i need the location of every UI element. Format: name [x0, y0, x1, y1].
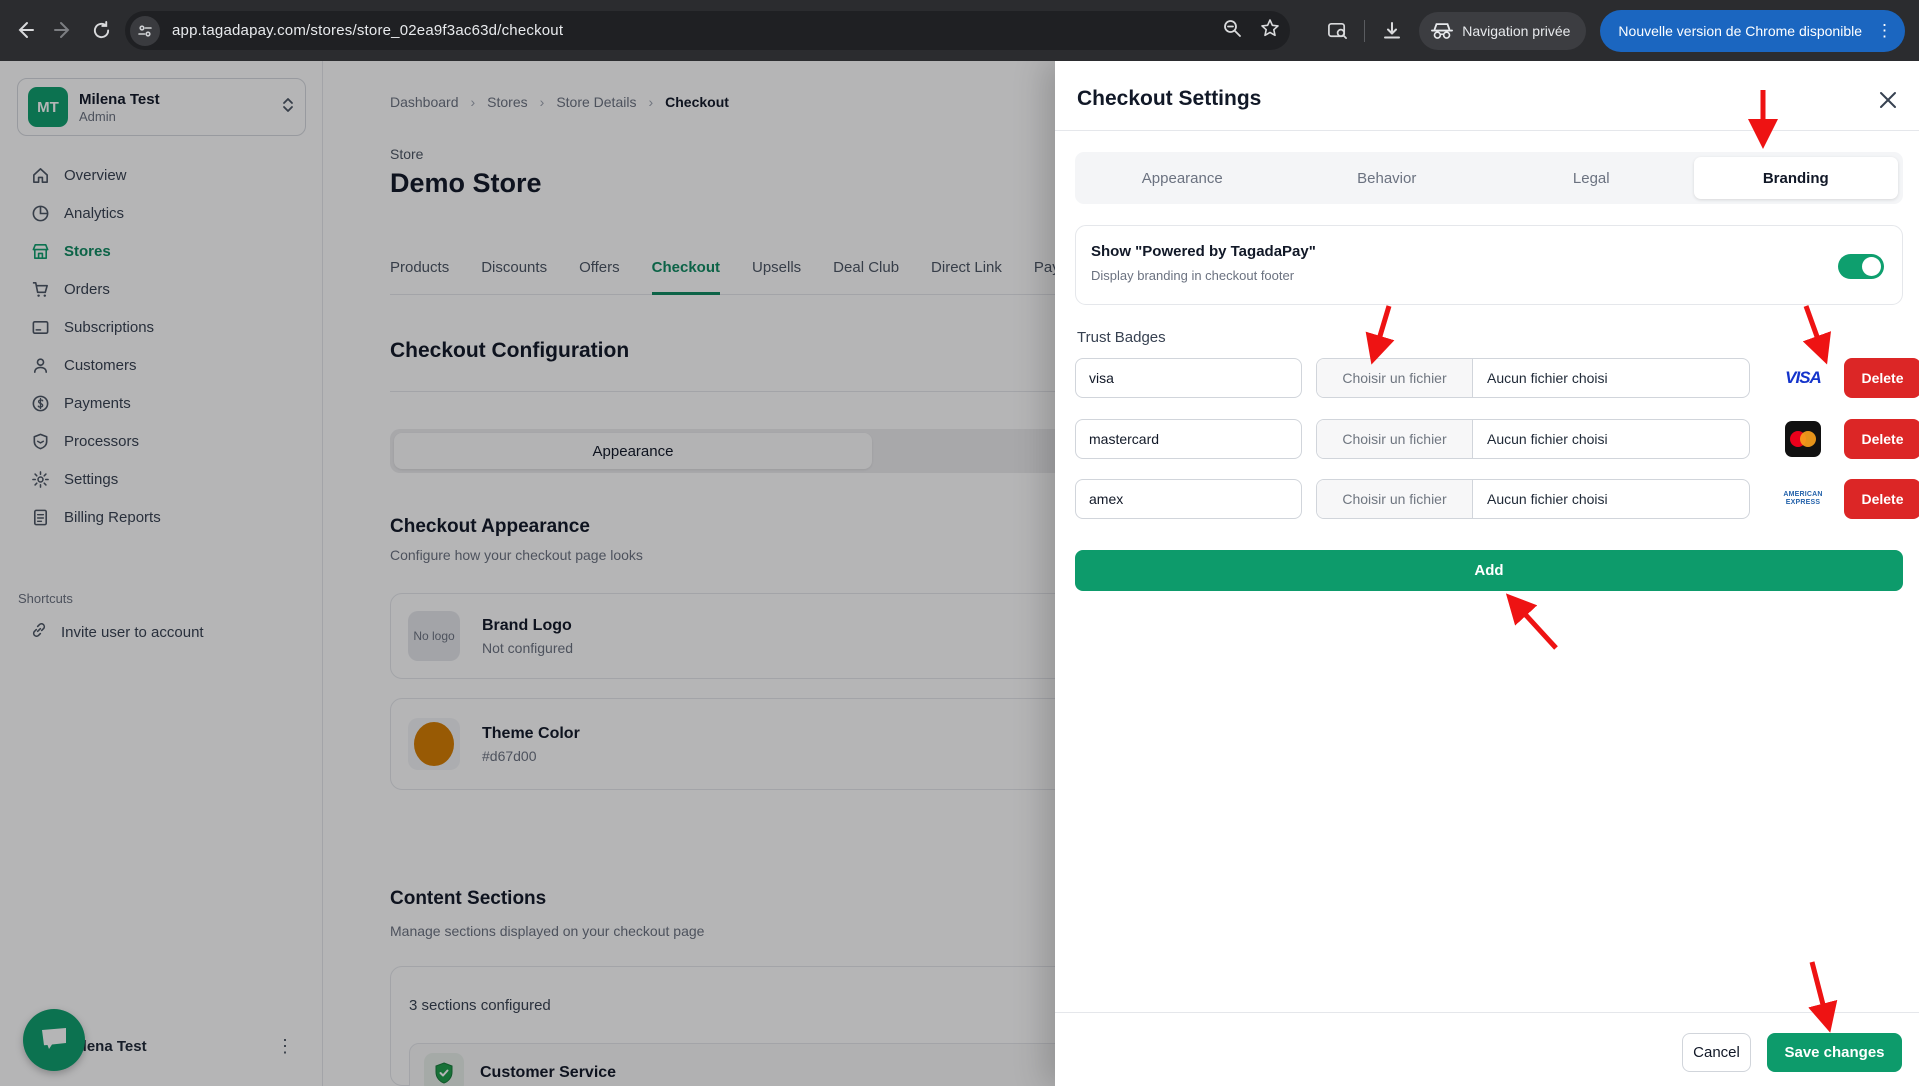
delete-badge-button[interactable]: Delete: [1844, 479, 1919, 519]
panel-tab-bar: Appearance Behavior Legal Branding: [1075, 152, 1903, 204]
incognito-badge[interactable]: Navigation privée: [1419, 11, 1587, 50]
powered-by-toggle[interactable]: [1838, 254, 1884, 279]
incognito-icon: [1431, 22, 1454, 39]
browser-forward-icon[interactable]: [50, 17, 76, 43]
browser-toolbar: app.tagadapay.com/stores/store_02ea9f3ac…: [0, 0, 1919, 61]
checkout-settings-panel: Checkout Settings Appearance Behavior Le…: [1055, 61, 1919, 1086]
toggle-knob: [1862, 257, 1881, 276]
trust-badges-label: Trust Badges: [1077, 329, 1166, 346]
search-tabs-icon[interactable]: [1324, 18, 1350, 44]
powered-by-subtitle: Display branding in checkout footer: [1091, 268, 1295, 283]
chrome-update-button[interactable]: Nouvelle version de Chrome disponible ⋮: [1600, 9, 1905, 52]
visa-logo: VISA: [1785, 368, 1822, 387]
powered-by-title: Show "Powered by TagadaPay": [1091, 243, 1316, 260]
trust-badge-row-amex: Choisir un fichier Aucun fichier choisi …: [1075, 479, 1919, 519]
browser-back-icon[interactable]: [12, 17, 38, 43]
mastercard-logo: [1781, 419, 1825, 459]
trust-badge-row-visa: Choisir un fichier Aucun fichier choisi …: [1075, 358, 1919, 398]
panel-tab-appearance[interactable]: Appearance: [1080, 157, 1285, 199]
delete-badge-button[interactable]: Delete: [1844, 358, 1919, 398]
toolbar-separator: [1364, 19, 1366, 42]
file-name-text: Aucun fichier choisi: [1487, 491, 1608, 507]
site-info-icon[interactable]: [130, 15, 160, 46]
file-choose-button[interactable]: Choisir un fichier: [1317, 480, 1473, 518]
downloads-icon[interactable]: [1379, 18, 1405, 44]
divider: [1055, 1012, 1919, 1013]
panel-tab-legal[interactable]: Legal: [1489, 157, 1694, 199]
panel-tab-branding[interactable]: Branding: [1693, 157, 1898, 199]
amex-logo: AMERICAN EXPRESS: [1783, 490, 1823, 506]
file-name-text: Aucun fichier choisi: [1487, 370, 1608, 386]
panel-tab-behavior[interactable]: Behavior: [1285, 157, 1490, 199]
badge-file-input[interactable]: Choisir un fichier Aucun fichier choisi: [1316, 358, 1750, 398]
panel-title: Checkout Settings: [1077, 87, 1262, 110]
screen: app.tagadapay.com/stores/store_02ea9f3ac…: [0, 0, 1919, 1086]
file-name-text: Aucun fichier choisi: [1487, 431, 1608, 447]
browser-menu-icon[interactable]: ⋮: [1872, 22, 1897, 39]
trust-badge-row-mastercard: Choisir un fichier Aucun fichier choisi …: [1075, 419, 1919, 459]
incognito-label: Navigation privée: [1462, 22, 1571, 39]
save-changes-button[interactable]: Save changes: [1767, 1033, 1902, 1072]
file-choose-button[interactable]: Choisir un fichier: [1317, 420, 1473, 458]
chrome-update-label: Nouvelle version de Chrome disponible: [1618, 22, 1862, 39]
add-badge-button[interactable]: Add: [1075, 550, 1903, 591]
badge-name-input[interactable]: [1075, 358, 1302, 398]
zoom-icon[interactable]: [1222, 18, 1242, 43]
badge-name-input[interactable]: [1075, 419, 1302, 459]
browser-reload-icon[interactable]: [88, 17, 114, 43]
badge-name-input[interactable]: [1075, 479, 1302, 519]
badge-file-input[interactable]: Choisir un fichier Aucun fichier choisi: [1316, 419, 1750, 459]
file-choose-button[interactable]: Choisir un fichier: [1317, 359, 1473, 397]
close-icon[interactable]: [1875, 87, 1901, 113]
address-bar[interactable]: app.tagadapay.com/stores/store_02ea9f3ac…: [125, 11, 1290, 50]
url-text: app.tagadapay.com/stores/store_02ea9f3ac…: [172, 22, 564, 39]
powered-by-card: Show "Powered by TagadaPay" Display bran…: [1075, 225, 1903, 305]
divider: [1055, 130, 1919, 131]
bookmark-star-icon[interactable]: [1260, 18, 1280, 43]
delete-badge-button[interactable]: Delete: [1844, 419, 1919, 459]
badge-file-input[interactable]: Choisir un fichier Aucun fichier choisi: [1316, 479, 1750, 519]
cancel-button[interactable]: Cancel: [1682, 1033, 1751, 1072]
